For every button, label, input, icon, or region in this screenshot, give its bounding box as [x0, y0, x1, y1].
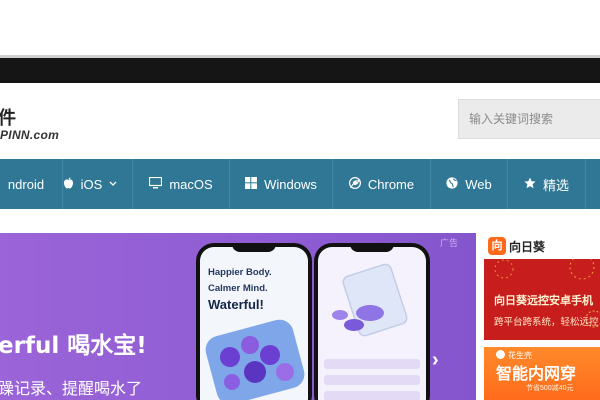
phone-mockup-left: Happier Body. Calmer Mind. Waterful!: [196, 243, 312, 400]
search-input[interactable]: [469, 100, 599, 138]
globe-icon: [446, 177, 458, 191]
phone-screen: [318, 247, 426, 400]
chrome-icon: [348, 176, 361, 191]
apple-icon: [63, 177, 74, 191]
browser-top-area: [0, 0, 600, 55]
side-ad-subtitle: 节省500减40元: [526, 385, 574, 392]
nav-item-ios[interactable]: iOS: [48, 159, 133, 209]
banner-title: erful 喝水宝!: [0, 333, 147, 359]
nav-item-label: 精选: [542, 177, 569, 193]
phone-screen: Happier Body. Calmer Mind. Waterful!: [200, 247, 308, 400]
banner-next-arrow[interactable]: ›: [432, 349, 439, 372]
nav-item-label: Windows: [264, 176, 317, 192]
nav-item-label: Chrome: [367, 176, 415, 192]
nav-item-label: ndroid: [7, 176, 45, 192]
phone-notch: [350, 243, 394, 252]
oray-logo-icon: [496, 350, 505, 359]
monitor-icon: [149, 176, 163, 191]
side-ad-sunlogin[interactable]: 向 向日葵 向日葵远控安卓手机 跨平台跨系统，轻松远控: [484, 233, 600, 340]
phone-app-illustration: [205, 319, 305, 400]
windows-icon: [245, 177, 258, 191]
nav-item-label: macOS: [169, 176, 213, 192]
nav-item-chrome[interactable]: Chrome: [333, 159, 431, 209]
nav-item-featured[interactable]: 精选: [508, 159, 586, 209]
phone-headline-2: Calmer Mind.: [208, 283, 268, 294]
chevron-down-icon: [109, 179, 117, 190]
sunlogin-logo-icon: 向: [488, 237, 506, 255]
nav-item-label: Web: [465, 176, 492, 192]
side-ad-oray[interactable]: 花生壳 智能内网穿 节省500减40元: [484, 347, 600, 400]
site-logo-domain[interactable]: PINN.com: [0, 128, 59, 142]
phone-notch: [232, 243, 276, 252]
side-ad-title: 智能内网穿: [496, 366, 577, 383]
nav-item-label: iOS: [80, 176, 103, 192]
browser-dark-bar: [0, 58, 600, 83]
nav-item-web[interactable]: Web: [431, 159, 508, 209]
nav-item-macos[interactable]: macOS: [133, 159, 230, 209]
nav-item-windows[interactable]: Windows: [230, 159, 333, 209]
phone-mockup-right: [314, 243, 430, 400]
star-icon: [524, 177, 536, 191]
featured-banner[interactable]: 广告 erful 喝水宝! 躁记录、提醒喝水了 Happier Body. Ca…: [0, 233, 476, 400]
side-ad-subtitle: 跨平台跨系统，轻松远控: [494, 317, 599, 328]
phone-headline-3: Waterful!: [208, 297, 264, 312]
phone-headline-1: Happier Body.: [208, 267, 272, 278]
side-ad-title: 向日葵远控安卓手机: [494, 295, 593, 307]
side-ad-brand: 向日葵: [509, 240, 546, 254]
search-box: [458, 99, 600, 139]
ad-label: 广告: [440, 238, 459, 248]
main-nav: ndroid iOS macOS Windows Chrome Web 精选: [0, 159, 600, 209]
site-logo[interactable]: 件: [0, 104, 16, 130]
phone-glass-illustration: [324, 263, 420, 400]
banner-subtitle: 躁记录、提醒喝水了: [0, 379, 143, 398]
page: 件 PINN.com ndroid iOS macOS Win: [0, 0, 600, 400]
